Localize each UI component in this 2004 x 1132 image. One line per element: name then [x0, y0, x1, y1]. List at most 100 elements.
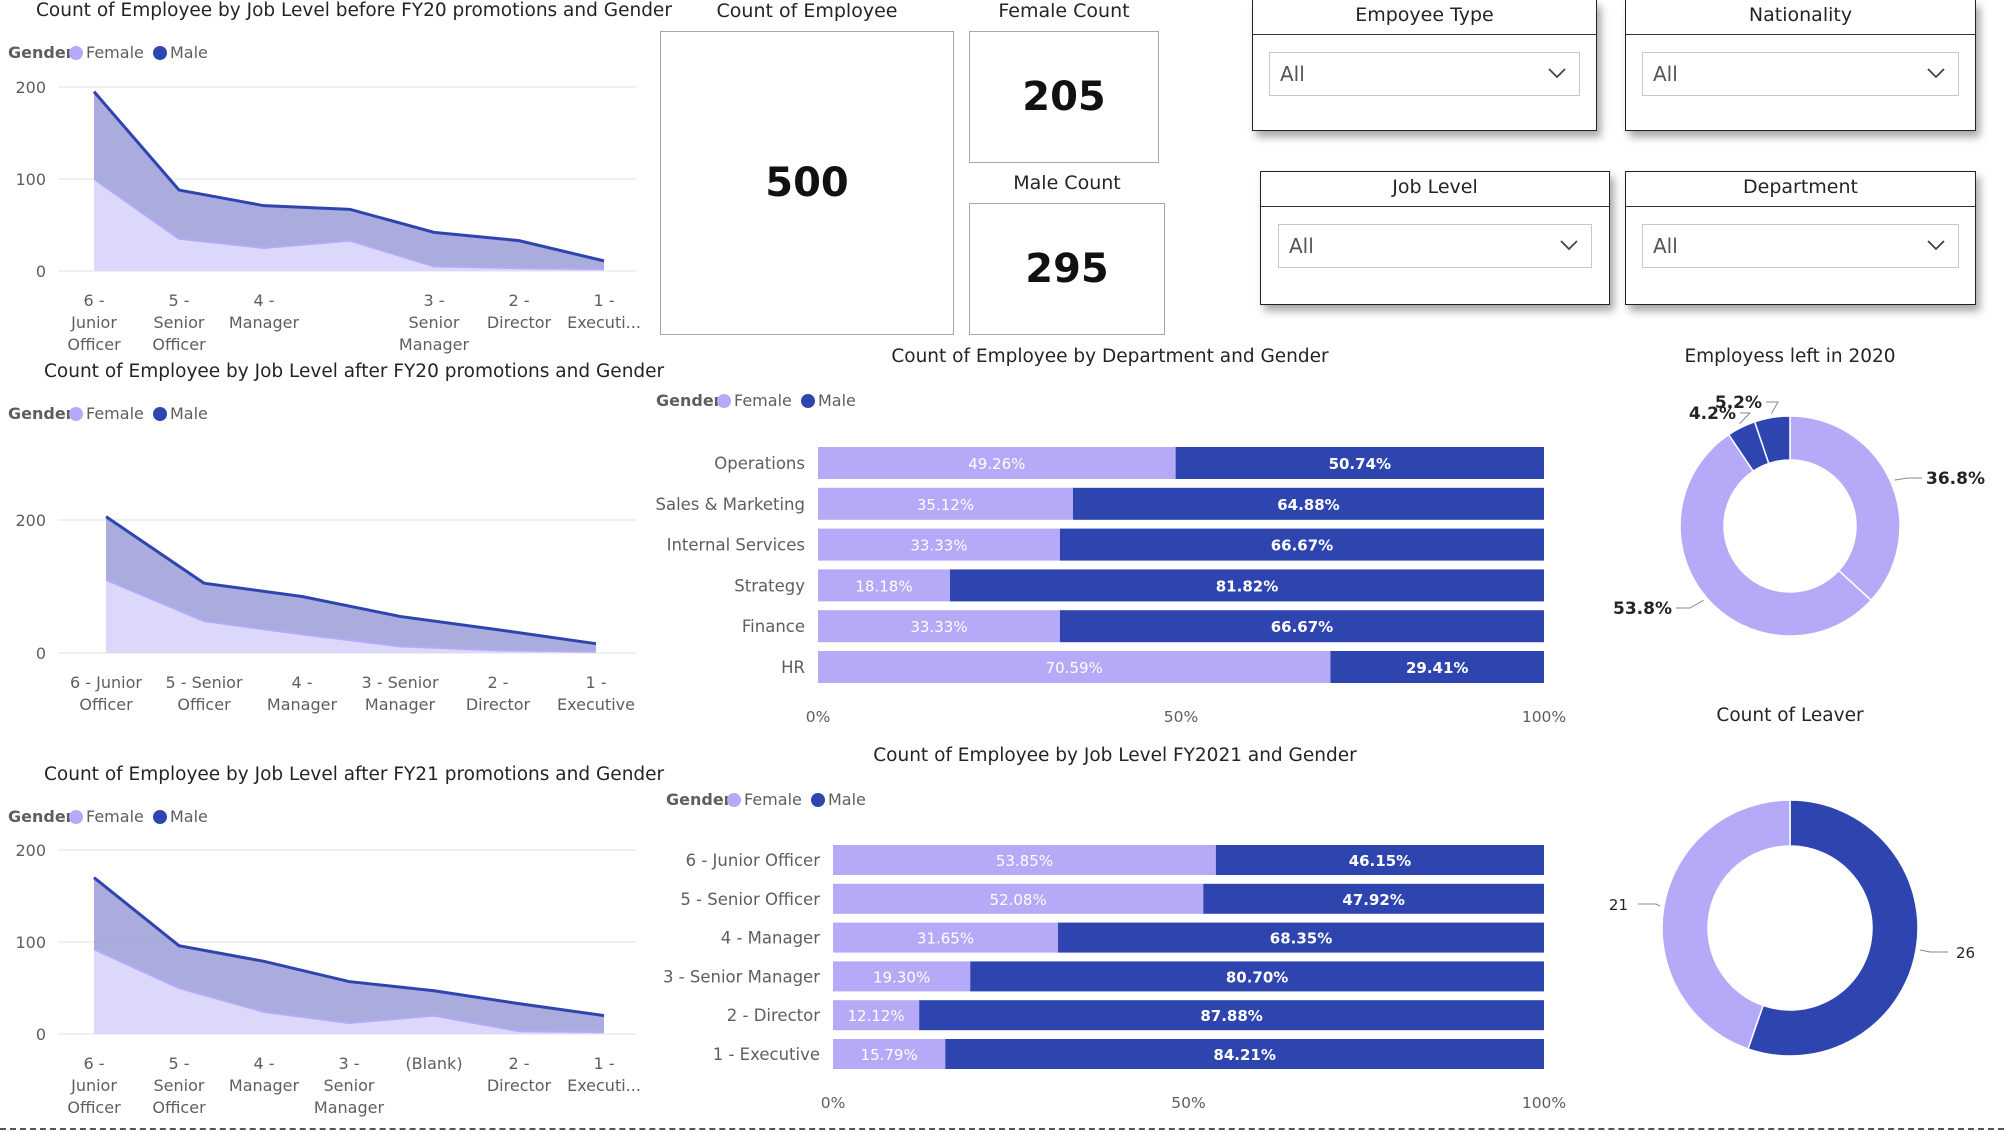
card-value-female: 205 [1022, 74, 1106, 120]
bar-chart-dept-gender[interactable]: Gender Female Male Operations 49.26% 50.74% Sa… [650, 378, 1590, 728]
department-dropdown[interactable]: All [1642, 224, 1959, 268]
job-level-dropdown[interactable]: All [1278, 224, 1592, 268]
data-label: 26 [1956, 944, 1975, 962]
x-tick-label: 3 - Senior Manager [361, 673, 439, 714]
slicer-nationality[interactable]: Nationality All [1625, 0, 1976, 131]
bar-chart-level-fy2021[interactable]: Gender Female Male 6 - Junior Officer 53.85%… [650, 777, 1590, 1117]
slicer-job-level[interactable]: Job Level All [1260, 171, 1610, 305]
leader-line [1920, 949, 1948, 953]
x-tick-label: 50% [1164, 708, 1198, 726]
area-chart-after-fy20[interactable]: Gender Female Male 0 200 6 - Junior Officer 5 -… [0, 391, 650, 721]
leader-line [1894, 477, 1922, 481]
card-label-count: Count of Employee [716, 0, 898, 22]
x-tick-label: (Blank) [405, 1054, 462, 1073]
card-male-count[interactable]: 295 [969, 203, 1165, 335]
y-tick-label: 100 [15, 170, 46, 189]
x-tick-label: 5 -Senior Officer [152, 291, 206, 354]
legend-male-label: Male [170, 807, 208, 826]
category-label: Strategy [734, 576, 805, 595]
category-label: 6 - Junior Officer [686, 851, 821, 870]
legend-female-label: Female [744, 790, 802, 809]
data-label-male: 66.67% [1271, 537, 1333, 555]
data-label-male: 29.41% [1406, 659, 1468, 677]
slicer-title-job-level: Job Level [1392, 176, 1478, 198]
legend-male-label: Male [818, 391, 856, 410]
card-label-male: Male Count [1013, 172, 1121, 194]
legend-female-label: Female [86, 404, 144, 423]
nationality-dropdown[interactable]: All [1642, 52, 1959, 96]
data-label-female: 12.12% [847, 1007, 904, 1025]
card-label-female: Female Count [998, 0, 1130, 22]
data-label-male: 47.92% [1342, 891, 1404, 909]
category-label: Finance [742, 617, 805, 636]
chart-title-count-leaver: Count of Leaver [1716, 705, 1864, 726]
card-value-count: 500 [765, 160, 849, 206]
data-label-female: 31.65% [917, 930, 974, 948]
category-label: 4 - Manager [721, 929, 820, 948]
donut-chart-count-leaver[interactable]: 26 21 [1600, 777, 2000, 1077]
x-tick-label: 2 -Director [466, 673, 531, 714]
legend-female-label: Female [86, 807, 144, 826]
area-chart-before-fy20[interactable]: Gender Female Male 0 100 200 6 -Junior Officer 5… [0, 30, 650, 360]
dropdown-value: All [1289, 234, 1314, 258]
chart-title-before-fy20: Count of Employee by Job Level before FY… [36, 0, 672, 21]
legend-male-marker [153, 407, 167, 421]
card-female-count[interactable]: 205 [969, 31, 1159, 163]
data-label-male: 80.70% [1226, 968, 1288, 986]
dropdown-value: All [1653, 234, 1678, 258]
category-label: 3 - Senior Manager [663, 967, 820, 986]
x-tick-label: 1 -Executi... [567, 1054, 641, 1095]
chevron-down-icon [1927, 68, 1945, 79]
x-tick-label: 4 -Manager [229, 291, 300, 332]
x-tick-label: 6 - Junior Officer [70, 673, 142, 714]
x-tick-label: 5 - Senior Officer [165, 673, 243, 714]
x-tick-label: 6 -Junior Officer [67, 1054, 121, 1117]
data-label-female: 33.33% [910, 618, 967, 636]
data-label-female: 52.08% [990, 891, 1047, 909]
slicer-department[interactable]: Department All [1625, 171, 1976, 305]
category-label: Internal Services [667, 536, 805, 555]
category-label: 5 - Senior Officer [680, 890, 820, 909]
category-label: 1 - Executive [713, 1045, 820, 1064]
y-tick-label: 0 [36, 1025, 46, 1044]
x-tick-label: 50% [1171, 1094, 1205, 1112]
legend-male-marker [801, 394, 815, 408]
data-label-female: 15.79% [861, 1046, 918, 1064]
chart-title-left-2020: Employess left in 2020 [1684, 346, 1896, 367]
legend-male-marker [811, 793, 825, 807]
legend-male-label: Male [170, 43, 208, 62]
dropdown-value: All [1280, 62, 1305, 86]
category-label: 2 - Director [727, 1006, 820, 1025]
x-tick-label: 1 -Executive [557, 673, 635, 714]
slicer-divider [1253, 34, 1596, 35]
x-tick-label: 0% [806, 708, 831, 726]
data-label-male: 50.74% [1329, 455, 1391, 473]
slicer-title-employee-type: Empoyee Type [1355, 4, 1494, 26]
legend-female-marker [69, 407, 83, 421]
category-label: Operations [714, 454, 805, 473]
slicer-title-department: Department [1743, 176, 1858, 198]
x-tick-label: 4 -Manager [229, 1054, 300, 1095]
data-label-female: 33.33% [910, 537, 967, 555]
chart-title-after-fy21: Count of Employee by Job Level after FY2… [44, 764, 665, 785]
y-tick-label: 0 [36, 644, 46, 663]
y-tick-label: 200 [15, 841, 46, 860]
chevron-down-icon [1560, 240, 1578, 251]
page-bottom-border [0, 1128, 2004, 1130]
x-tick-label: 4 -Manager [267, 673, 338, 714]
x-tick-label: 2 -Director [487, 291, 552, 332]
data-label-female: 35.12% [917, 496, 974, 514]
legend-title: Gender [8, 43, 74, 62]
legend-male-marker [153, 46, 167, 60]
legend-female-label: Female [734, 391, 792, 410]
data-label-male: 46.15% [1349, 852, 1411, 870]
card-value-male: 295 [1025, 246, 1109, 292]
slicer-employee-type[interactable]: Empoyee Type All [1252, 0, 1597, 131]
employee-type-dropdown[interactable]: All [1269, 52, 1580, 96]
x-tick-label: 6 -Junior Officer [67, 291, 121, 354]
slicer-divider [1261, 206, 1609, 207]
card-count-employee[interactable]: 500 [660, 31, 954, 335]
donut-chart-left-2020[interactable]: 36.8%53.8%4.2%5.2% [1600, 378, 2000, 658]
area-chart-after-fy21[interactable]: Gender Female Male 0 100 200 6 -Junior Officer 5… [0, 794, 650, 1130]
legend-title: Gender [666, 790, 732, 809]
